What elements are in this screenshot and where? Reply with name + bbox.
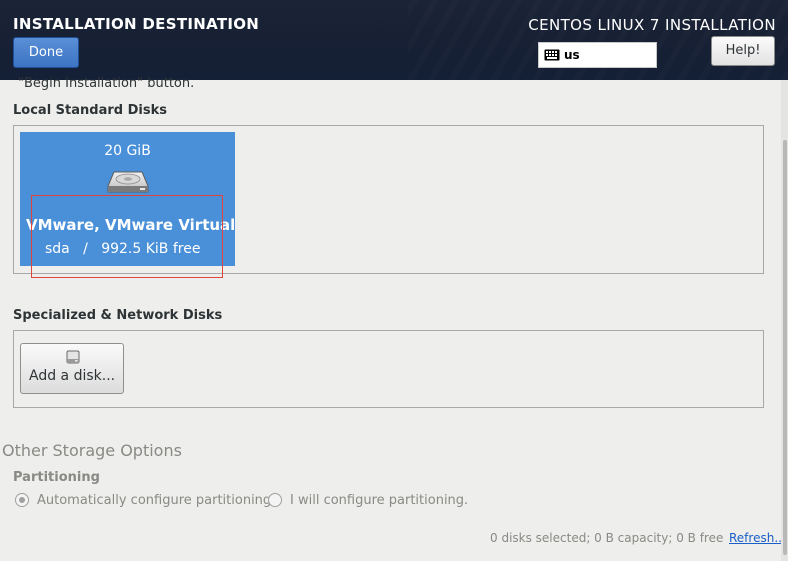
disk-device-info: sda / 992.5 KiB free (45, 241, 200, 257)
specialized-disks-label: Specialized & Network Disks (13, 308, 223, 323)
specialized-disks-frame (13, 330, 764, 408)
add-disk-button[interactable]: Add a disk... (20, 343, 124, 394)
manual-partitioning-radio[interactable] (268, 493, 282, 507)
product-title: CENTOS LINUX 7 INSTALLATION (528, 16, 776, 34)
hard-drive-icon (107, 171, 149, 193)
refresh-link[interactable]: Refresh... (729, 531, 786, 545)
manual-partitioning-label[interactable]: I will configure partitioning. (290, 493, 468, 508)
scrollbar-thumb[interactable] (783, 140, 787, 555)
add-disk-label: Add a disk... (29, 368, 116, 384)
selection-summary: 0 disks selected; 0 B capacity; 0 B free (490, 531, 724, 545)
disk-name: VMware, VMware Virtual S (26, 216, 235, 234)
keyboard-layout-label: us (564, 48, 580, 62)
auto-partitioning-label[interactable]: Automatically configure partitioning. (37, 493, 275, 508)
disk-icon (66, 350, 80, 364)
done-button[interactable]: Done (13, 37, 79, 68)
instruction-text: "Begin Installation" button. (18, 76, 195, 91)
disk-device: sda (45, 241, 70, 257)
keyboard-layout-indicator[interactable]: us (538, 42, 657, 68)
local-disks-label: Local Standard Disks (13, 103, 167, 118)
disk-size: 20 GiB (104, 143, 151, 159)
disk-tile-sda[interactable]: 20 GiB VMware, VMware Virtual S sda / 99… (20, 132, 235, 266)
help-button[interactable]: Help! (711, 36, 775, 66)
disk-separator: / (83, 241, 88, 257)
disk-free-space: 992.5 KiB free (101, 241, 201, 257)
partitioning-label: Partitioning (13, 470, 100, 485)
keyboard-icon (544, 49, 560, 61)
other-storage-heading: Other Storage Options (2, 441, 182, 460)
done-button-label: Done (28, 45, 64, 60)
auto-partitioning-radio[interactable] (15, 493, 29, 507)
spoke-title: INSTALLATION DESTINATION (13, 15, 260, 33)
header-bar (0, 0, 788, 80)
